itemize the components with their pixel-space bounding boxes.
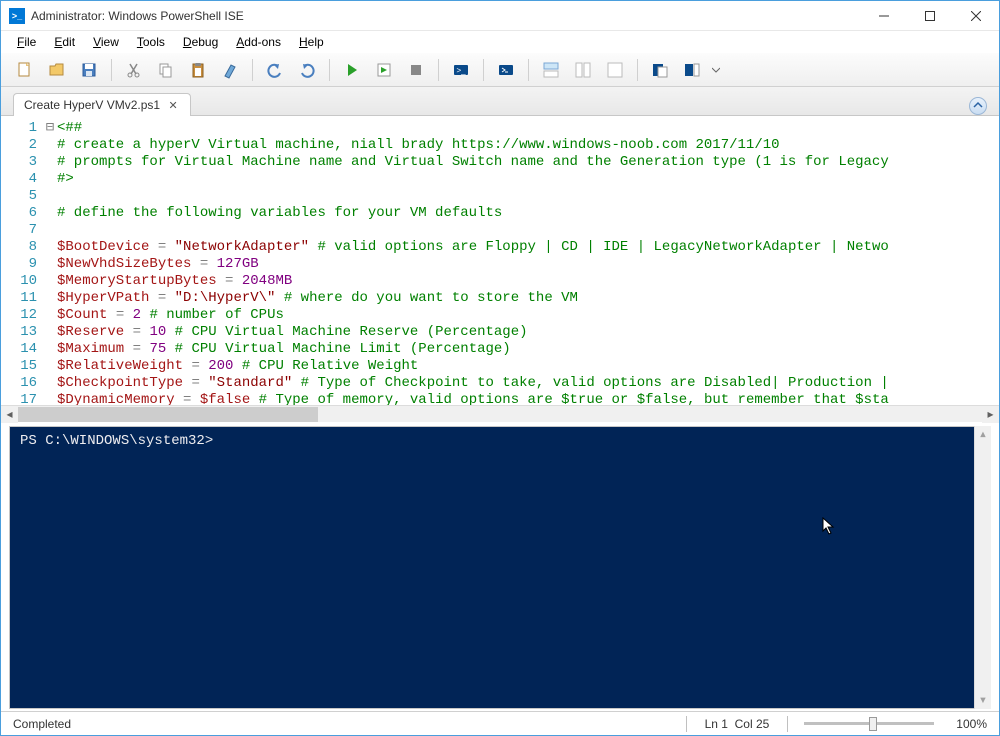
tab-bar: Create HyperV VMv2.ps1 ✕ (1, 87, 999, 115)
scroll-down-button[interactable]: ▾ (975, 692, 991, 709)
run-selection-button[interactable] (370, 56, 398, 84)
toolbar-separator (329, 59, 330, 81)
titlebar: >_ Administrator: Windows PowerShell ISE (1, 1, 999, 31)
scroll-track[interactable] (975, 443, 991, 692)
file-tab[interactable]: Create HyperV VMv2.ps1 ✕ (13, 93, 191, 116)
scroll-right-button[interactable]: ▸ (982, 406, 999, 423)
line-number-gutter: 1234567891011121314151617 (1, 116, 43, 405)
powershell-ise-icon: >_ (9, 8, 25, 24)
toolbar: >_ (1, 53, 999, 87)
menu-tools[interactable]: Tools (129, 33, 173, 51)
code-content[interactable]: <### create a hyperV Virtual machine, ni… (57, 116, 999, 405)
new-file-button[interactable] (11, 56, 39, 84)
code-editor[interactable]: 1234567891011121314151617 ⊟ <### create … (1, 116, 999, 405)
toolbar-separator (438, 59, 439, 81)
tab-close-button[interactable]: ✕ (166, 98, 180, 112)
tab-label: Create HyperV VMv2.ps1 (24, 98, 160, 112)
status-text: Completed (13, 717, 678, 731)
show-command-addon-button[interactable] (678, 56, 706, 84)
status-separator (686, 716, 687, 732)
zoom-label: 100% (950, 717, 987, 731)
minimize-button[interactable] (861, 1, 907, 31)
menubar: File Edit View Tools Debug Add-ons Help (1, 31, 999, 53)
scroll-thumb[interactable] (18, 407, 318, 422)
stop-button[interactable] (402, 56, 430, 84)
menu-file[interactable]: File (9, 33, 44, 51)
toolbar-separator (637, 59, 638, 81)
toolbar-separator (483, 59, 484, 81)
scroll-up-button[interactable]: ▴ (975, 426, 991, 443)
run-script-button[interactable] (338, 56, 366, 84)
console-vertical-scrollbar[interactable]: ▴ ▾ (974, 426, 991, 709)
menu-help[interactable]: Help (291, 33, 332, 51)
console-pane[interactable]: PS C:\WINDOWS\system32> ▴ ▾ (9, 426, 991, 709)
show-script-right-button[interactable] (569, 56, 597, 84)
show-command-button[interactable] (646, 56, 674, 84)
zoom-slider[interactable] (804, 722, 934, 725)
menu-view[interactable]: View (85, 33, 127, 51)
save-button[interactable] (75, 56, 103, 84)
scroll-left-button[interactable]: ◂ (1, 406, 18, 423)
maximize-button[interactable] (907, 1, 953, 31)
menu-edit[interactable]: Edit (46, 33, 83, 51)
show-script-top-button[interactable] (537, 56, 565, 84)
show-script-max-button[interactable] (601, 56, 629, 84)
paste-button[interactable] (184, 56, 212, 84)
toolbar-separator (252, 59, 253, 81)
status-separator (787, 716, 788, 732)
console-prompt: PS C:\WINDOWS\system32> (20, 433, 213, 449)
editor-horizontal-scrollbar[interactable]: ◂ ▸ (1, 405, 999, 422)
cursor-position: Ln 1 Col 25 (695, 717, 780, 731)
svg-text:>_: >_ (456, 66, 466, 75)
start-powershell-button[interactable] (492, 56, 520, 84)
scroll-track[interactable] (18, 406, 982, 423)
outline-column[interactable]: ⊟ (43, 116, 57, 405)
window-title: Administrator: Windows PowerShell ISE (31, 9, 861, 23)
zoom-thumb[interactable] (869, 717, 877, 731)
collapse-script-pane-button[interactable] (969, 97, 987, 115)
redo-button[interactable] (293, 56, 321, 84)
open-file-button[interactable] (43, 56, 71, 84)
close-button[interactable] (953, 1, 999, 31)
clear-button[interactable] (216, 56, 244, 84)
cut-button[interactable] (120, 56, 148, 84)
undo-button[interactable] (261, 56, 289, 84)
script-pane: 1234567891011121314151617 ⊟ <### create … (1, 115, 999, 422)
copy-button[interactable] (152, 56, 180, 84)
toolbar-separator (528, 59, 529, 81)
menu-debug[interactable]: Debug (175, 33, 226, 51)
toolbar-separator (111, 59, 112, 81)
toolbar-overflow-button[interactable] (710, 56, 722, 84)
window-controls (861, 1, 999, 31)
menu-addons[interactable]: Add-ons (228, 33, 289, 51)
new-remote-tab-button[interactable]: >_ (447, 56, 475, 84)
statusbar: Completed Ln 1 Col 25 100% (1, 711, 999, 735)
mouse-cursor-icon (822, 517, 838, 537)
